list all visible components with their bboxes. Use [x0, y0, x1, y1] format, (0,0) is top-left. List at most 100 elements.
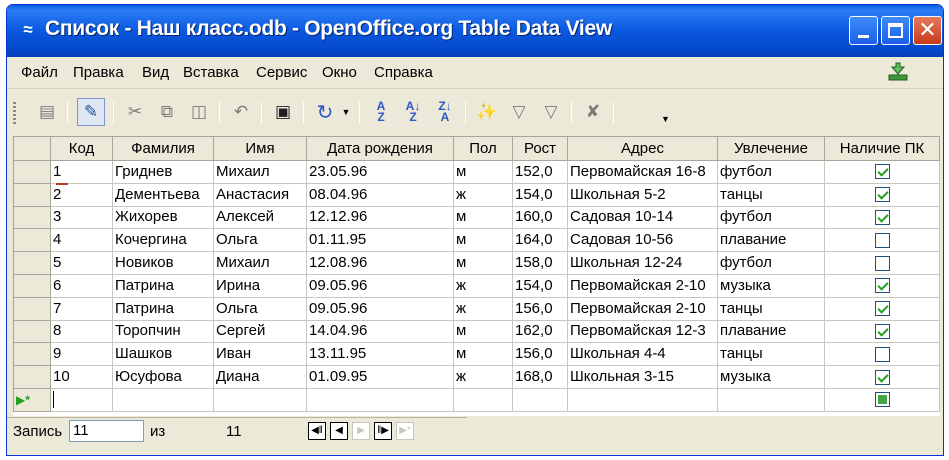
cell-kod[interactable]: 9: [50, 342, 113, 367]
cell-familiya[interactable]: Дементьева: [112, 182, 214, 207]
cell-uvlechenie[interactable]: танцы: [717, 296, 825, 321]
cell-imya[interactable]: Сергей: [213, 319, 307, 344]
cell-imya[interactable]: Алексей: [213, 205, 307, 230]
table-row[interactable]: 2 Дементьева Анастасия 08.04.96 ж 154,0 Школьн…: [13, 182, 940, 207]
checkbox-checked[interactable]: [874, 324, 890, 339]
table-row[interactable]: 10 Юсуфова Диана 01.09.95 ж 168,0 Школьная 3-1…: [13, 365, 940, 389]
column-header-imya[interactable]: Имя: [213, 136, 307, 161]
cell-rost[interactable]: 168,0: [512, 365, 568, 389]
cell-imya[interactable]: Ольга: [213, 228, 307, 253]
row-header-corner[interactable]: [13, 136, 51, 161]
row-header[interactable]: [13, 228, 51, 253]
cell-rost[interactable]: 164,0: [512, 228, 568, 253]
cell-adres[interactable]: Первомайская 2-10: [567, 273, 718, 298]
table-row[interactable]: 7 Патрина Ольга 09.05.96 ж 156,0 Первомайская …: [13, 296, 940, 321]
cell-pol[interactable]: м: [453, 160, 513, 184]
copy-icon[interactable]: ⧉: [153, 98, 181, 126]
menu-view[interactable]: Вид: [142, 64, 169, 81]
checkbox-checked[interactable]: [874, 187, 890, 203]
remove-filter-icon[interactable]: ✘: [579, 98, 607, 126]
new-record-cell[interactable]: [567, 387, 718, 412]
record-number-field[interactable]: 11: [69, 420, 144, 442]
cell-uvlechenie[interactable]: плавание: [717, 319, 825, 344]
new-record-cell[interactable]: [112, 387, 214, 412]
column-header-pol[interactable]: Пол: [453, 136, 513, 161]
column-header-familiya[interactable]: Фамилия: [112, 136, 214, 161]
cell-kod[interactable]: 6: [50, 273, 113, 298]
menu-edit[interactable]: Правка: [73, 64, 124, 81]
column-header-kod[interactable]: Код: [50, 136, 113, 161]
checkbox-checked[interactable]: [874, 369, 890, 385]
find-record-icon[interactable]: ▣: [269, 98, 297, 126]
cell-imya[interactable]: Михаил: [213, 160, 307, 184]
cell-rost[interactable]: 156,0: [512, 342, 568, 367]
cell-pol[interactable]: ж: [453, 365, 513, 389]
checkbox-indeterminate[interactable]: [874, 392, 890, 408]
new-record-cell[interactable]: [50, 387, 113, 412]
cell-pc[interactable]: [824, 182, 940, 207]
new-record-cell[interactable]: [213, 387, 307, 412]
cell-rost[interactable]: 154,0: [512, 273, 568, 298]
cell-imya[interactable]: Михаил: [213, 251, 307, 275]
row-header[interactable]: [13, 160, 51, 184]
cell-rost[interactable]: 152,0: [512, 160, 568, 184]
cell-adres[interactable]: Школьная 12-24: [567, 251, 718, 275]
cell-pol[interactable]: м: [453, 319, 513, 344]
cell-pc[interactable]: [824, 251, 940, 275]
cell-familiya[interactable]: Патрина: [112, 273, 214, 298]
cell-data[interactable]: 23.05.96: [306, 160, 454, 184]
new-record-cell[interactable]: [717, 387, 825, 412]
cell-kod[interactable]: 8: [50, 319, 113, 344]
column-header-rost[interactable]: Рост: [512, 136, 568, 161]
table-row[interactable]: 8 Торопчин Сергей 14.04.96 м 162,0 Первомайска…: [13, 319, 940, 344]
new-record-cell-pc[interactable]: [824, 387, 940, 412]
column-header-pc[interactable]: Наличие ПК: [824, 136, 940, 161]
new-record-cell[interactable]: [453, 387, 513, 412]
cut-icon[interactable]: ✂: [121, 98, 149, 126]
checkbox-unchecked[interactable]: [874, 255, 890, 271]
cell-adres[interactable]: Школьная 4-4: [567, 342, 718, 367]
new-record-row[interactable]: ▶*: [13, 387, 940, 412]
cell-adres[interactable]: Садовая 10-14: [567, 205, 718, 230]
cell-adres[interactable]: Школьная 3-15: [567, 365, 718, 389]
cell-pol[interactable]: м: [453, 342, 513, 367]
table-row[interactable]: 3 Жихорев Алексей 12.12.96 м 160,0 Садовая 10-…: [13, 205, 940, 230]
cell-pc[interactable]: [824, 342, 940, 367]
paste-icon[interactable]: ◫: [185, 98, 213, 126]
cell-pc[interactable]: [824, 319, 940, 344]
cell-kod[interactable]: 2: [50, 182, 113, 207]
cell-data[interactable]: 12.08.96: [306, 251, 454, 275]
undo-icon[interactable]: ↶: [227, 98, 255, 126]
new-record-cell[interactable]: [306, 387, 454, 412]
toolbar-grip[interactable]: [13, 102, 16, 126]
cell-pol[interactable]: м: [453, 251, 513, 275]
cell-pc[interactable]: [824, 228, 940, 253]
cell-uvlechenie[interactable]: футбол: [717, 205, 825, 230]
cell-uvlechenie[interactable]: танцы: [717, 342, 825, 367]
column-header-birthdate[interactable]: Дата рождения: [306, 136, 454, 161]
table-row[interactable]: 1 Гриднев Михаил 23.05.96 м 152,0 Первомайская…: [13, 160, 940, 184]
last-record-button[interactable]: ‖▶: [374, 422, 392, 440]
cell-kod[interactable]: 5: [50, 251, 113, 275]
cell-familiya[interactable]: Патрина: [112, 296, 214, 321]
table-row[interactable]: 4 Кочергина Ольга 01.11.95 м 164,0 Садовая 10-…: [13, 228, 940, 253]
cell-adres[interactable]: Школьная 5-2: [567, 182, 718, 207]
save-icon[interactable]: ▤: [33, 98, 61, 126]
maximize-button[interactable]: [881, 16, 910, 45]
cell-kod[interactable]: 7: [50, 296, 113, 321]
menu-window[interactable]: Окно: [322, 64, 357, 81]
new-record-button[interactable]: ▶*: [396, 422, 414, 440]
cell-pol[interactable]: ж: [453, 296, 513, 321]
cell-imya[interactable]: Ирина: [213, 273, 307, 298]
cell-pol[interactable]: м: [453, 228, 513, 253]
cell-data[interactable]: 09.05.96: [306, 273, 454, 298]
menu-tools[interactable]: Сервис: [256, 64, 307, 81]
cell-familiya[interactable]: Гриднев: [112, 160, 214, 184]
cell-pc[interactable]: [824, 160, 940, 184]
refresh-dropdown-icon[interactable]: ▼: [339, 98, 353, 126]
cell-uvlechenie[interactable]: музыка: [717, 365, 825, 389]
cell-kod[interactable]: 10: [50, 365, 113, 389]
cell-pc[interactable]: [824, 205, 940, 230]
cell-pol[interactable]: ж: [453, 273, 513, 298]
menu-file[interactable]: Файл: [21, 64, 58, 81]
